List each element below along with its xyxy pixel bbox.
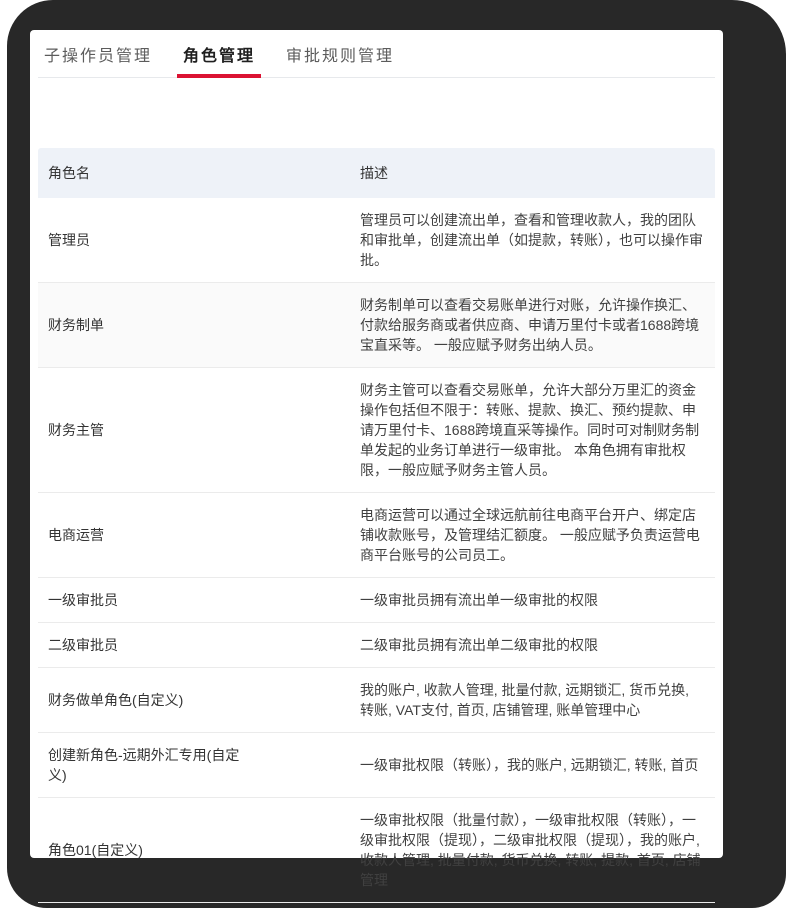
- role-name: 创建新角色-远期外汇专用(自定义): [48, 745, 253, 785]
- table-row[interactable]: 创建新角色-远期外汇专用(自定义) 一级审批权限（转账），我的账户, 远期锁汇,…: [38, 733, 715, 798]
- page: 子操作员管理 角色管理 审批规则管理 角色名 描述 管理员 管理员可以创建流出单，查…: [30, 30, 723, 858]
- role-description: 一级审批权限（转账），我的账户, 远期锁汇, 转账, 首页: [350, 733, 715, 798]
- role-name: 管理员: [48, 230, 253, 250]
- role-name: 财务制单: [48, 315, 253, 335]
- role-description: 管理员可以创建流出单，查看和管理收款人，我的团队和审批单，创建流出单（如提款，转…: [350, 198, 715, 283]
- role-description: 电商运营可以通过全球远航前往电商平台开户、绑定店铺收款账号，及管理结汇额度。 一…: [350, 493, 715, 578]
- role-description: 我的账户, 收款人管理, 批量付款, 远期锁汇, 货币兑换, 转账, VAT支付…: [350, 668, 715, 733]
- role-description: 财务制单可以查看交易账单进行对账，允许操作换汇、付款给服务商或者供应商、申请万里…: [350, 283, 715, 368]
- role-name: 财务做单角色(自定义): [48, 690, 253, 710]
- role-description: 一级审批员拥有流出单一级审批的权限: [350, 578, 715, 623]
- tab-bar: 子操作员管理 角色管理 审批规则管理: [38, 30, 715, 78]
- role-description: 一级审批权限（批量付款），一级审批权限（转账），一级审批权限（提现），二级审批权…: [350, 798, 715, 903]
- role-name: 一级审批员: [48, 590, 253, 610]
- tab-sub-operator-management[interactable]: 子操作员管理: [38, 30, 158, 78]
- tab-label: 审批规则管理: [286, 42, 394, 66]
- column-header-role-name: 角色名: [38, 148, 350, 198]
- roles-table: 角色名 描述 管理员 管理员可以创建流出单，查看和管理收款人，我的团队和审批单，…: [38, 148, 715, 903]
- table-row[interactable]: 角色01(自定义) 一级审批权限（批量付款），一级审批权限（转账），一级审批权限…: [38, 798, 715, 903]
- table-row[interactable]: 二级审批员 二级审批员拥有流出单二级审批的权限: [38, 623, 715, 668]
- table-header-row: 角色名 描述: [38, 148, 715, 198]
- tab-label: 子操作员管理: [44, 42, 152, 66]
- role-description: 二级审批员拥有流出单二级审批的权限: [350, 623, 715, 668]
- table-row[interactable]: 电商运营 电商运营可以通过全球远航前往电商平台开户、绑定店铺收款账号，及管理结汇…: [38, 493, 715, 578]
- table-row[interactable]: 财务制单 财务制单可以查看交易账单进行对账，允许操作换汇、付款给服务商或者供应商…: [38, 283, 715, 368]
- role-name: 财务主管: [48, 420, 253, 440]
- tab-role-management[interactable]: 角色管理: [177, 30, 261, 78]
- tab-approval-rules-management[interactable]: 审批规则管理: [280, 30, 400, 78]
- table-row[interactable]: 财务主管 财务主管可以查看交易账单，允许大部分万里汇的资金操作包括但不限于：转账…: [38, 368, 715, 493]
- tab-label: 角色管理: [183, 42, 255, 66]
- table-row[interactable]: 管理员 管理员可以创建流出单，查看和管理收款人，我的团队和审批单，创建流出单（如…: [38, 198, 715, 283]
- role-description: 财务主管可以查看交易账单，允许大部分万里汇的资金操作包括但不限于：转账、提款、换…: [350, 368, 715, 493]
- column-header-description: 描述: [350, 148, 715, 198]
- role-name: 电商运营: [48, 525, 253, 545]
- role-name: 角色01(自定义): [48, 840, 253, 860]
- table-row[interactable]: 财务做单角色(自定义) 我的账户, 收款人管理, 批量付款, 远期锁汇, 货币兑…: [38, 668, 715, 733]
- table-row[interactable]: 一级审批员 一级审批员拥有流出单一级审批的权限: [38, 578, 715, 623]
- role-name: 二级审批员: [48, 635, 253, 655]
